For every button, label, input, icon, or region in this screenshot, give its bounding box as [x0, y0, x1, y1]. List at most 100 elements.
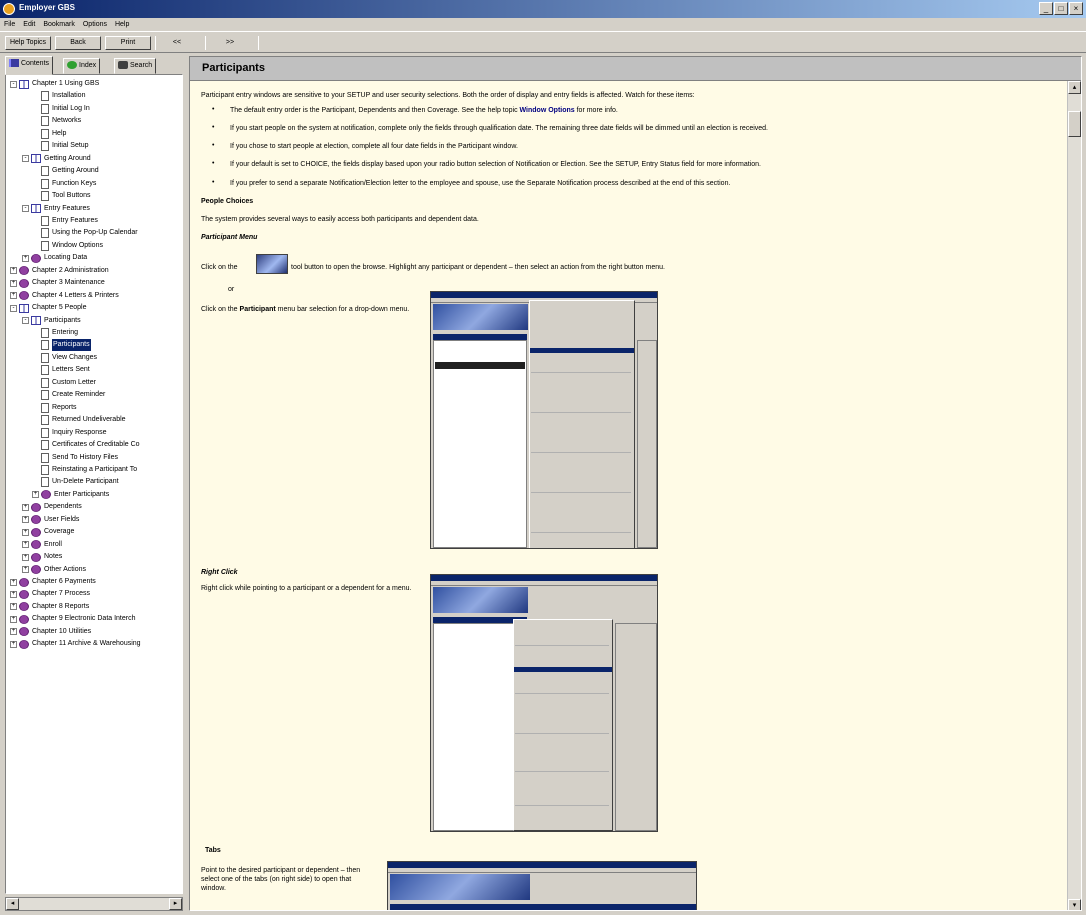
tree-item-label: Notes [44, 553, 63, 561]
tree-item[interactable]: + Chapter 6 Payments [10, 576, 96, 588]
tree-item[interactable]: Initial Setup [32, 140, 89, 152]
menu-help[interactable]: Help [115, 21, 129, 28]
collapse-icon[interactable]: - [22, 317, 29, 325]
tree-item[interactable]: + Chapter 10 Utilities [10, 626, 91, 638]
tree-item[interactable]: Reinstating a Participant To [32, 464, 137, 476]
tree-item[interactable]: + Chapter 3 Maintenance [10, 277, 105, 289]
tree-item[interactable]: - Chapter 1 Using GBS [10, 78, 99, 90]
vertical-scrollbar[interactable]: ▴ ▾ [1067, 81, 1081, 910]
tree-item[interactable]: + Chapter 11 Archive & Warehousing [10, 638, 141, 650]
tree-item[interactable]: Participants [32, 339, 91, 352]
expand-icon[interactable]: + [32, 491, 39, 499]
tree-item[interactable]: Getting Around [32, 165, 99, 177]
tree-item[interactable]: + Chapter 8 Reports [10, 601, 89, 613]
tree-item-label: Entry Features [44, 204, 90, 212]
tab-index[interactable]: Index [63, 58, 101, 74]
tree-item[interactable]: - Getting Around [22, 153, 91, 165]
tree-item[interactable]: Entry Features [32, 215, 98, 227]
tree-item[interactable]: + Enroll [22, 539, 62, 551]
tree-item[interactable]: + User Fields [22, 514, 79, 526]
tree-item[interactable]: + Other Actions [22, 564, 86, 576]
menu-file[interactable]: File [4, 21, 15, 28]
expand-icon[interactable]: + [10, 267, 17, 275]
page-icon [41, 352, 49, 363]
tool-button-text: tool button to open the browse. Highligh… [291, 264, 665, 271]
book-open-icon [31, 316, 41, 326]
purple-icon [41, 490, 51, 500]
tree-item[interactable]: + Chapter 4 Letters & Printers [10, 290, 119, 302]
menu-bookmark[interactable]: Bookmark [43, 21, 75, 28]
tree-item[interactable]: + Coverage [22, 526, 74, 538]
tree-item[interactable]: + Locating Data [22, 252, 87, 264]
expand-icon[interactable]: + [10, 292, 17, 300]
expand-icon[interactable]: + [10, 603, 17, 611]
tree-item[interactable]: Un-Delete Participant [32, 476, 119, 488]
minimize-button[interactable]: _ [1039, 2, 1053, 15]
tab-contents[interactable]: Contents [5, 56, 54, 75]
expand-icon[interactable]: + [22, 503, 29, 511]
tree-item[interactable]: - Participants [22, 315, 81, 327]
collapse-icon[interactable]: - [22, 205, 29, 212]
tree-item[interactable]: + Notes [22, 551, 62, 563]
expand-icon[interactable]: + [22, 553, 29, 561]
expand-icon[interactable]: + [22, 541, 29, 549]
scroll-right-icon[interactable]: ▸ [169, 898, 182, 910]
tab-search[interactable]: Search [114, 58, 157, 74]
tree-item[interactable]: - Chapter 5 People [10, 302, 86, 314]
tree-item[interactable]: Certificates of Creditable Co [32, 439, 140, 451]
expand-icon[interactable]: + [22, 254, 29, 262]
tree-item[interactable]: Help [32, 128, 66, 140]
expand-icon[interactable]: + [10, 590, 17, 598]
collapse-icon[interactable]: - [10, 80, 17, 88]
help-topics-button[interactable]: Help Topics [5, 36, 51, 50]
maximize-button[interactable]: □ [1054, 2, 1068, 15]
browse-next-button[interactable]: >> [215, 36, 245, 50]
close-button[interactable]: × [1069, 2, 1083, 15]
expand-icon[interactable]: + [10, 615, 17, 623]
tree-item[interactable]: + Chapter 2 Administration [10, 265, 109, 277]
tree-item[interactable]: Using the Pop-Up Calendar [32, 227, 138, 239]
expand-icon[interactable]: + [22, 566, 29, 574]
window-options-link[interactable]: Window Options [520, 107, 575, 114]
tree-item[interactable]: Letters Sent [32, 364, 90, 376]
scroll-left-icon[interactable]: ◂ [6, 898, 19, 910]
tree-item[interactable]: + Enter Participants [32, 489, 109, 501]
tree-item[interactable]: Networks [32, 115, 81, 127]
expand-icon[interactable]: + [10, 640, 17, 648]
tree-item[interactable]: Send To History Files [32, 452, 118, 464]
scroll-up-icon[interactable]: ▴ [1068, 81, 1081, 94]
tree-item[interactable]: View Changes [32, 352, 97, 364]
collapse-icon[interactable]: - [10, 304, 17, 312]
expand-icon[interactable]: + [10, 578, 17, 586]
scroll-down-icon[interactable]: ▾ [1068, 899, 1081, 910]
tree-item[interactable]: - Entry Features [22, 203, 90, 215]
tree-item[interactable]: Function Keys [32, 178, 96, 190]
tree-item[interactable]: Window Options [32, 240, 103, 252]
expand-icon[interactable]: + [22, 528, 29, 536]
tree-item[interactable]: + Dependents [22, 501, 82, 513]
tree-item[interactable]: Tool Buttons [32, 190, 91, 202]
scroll-thumb[interactable] [1068, 111, 1081, 137]
tree-item[interactable]: Entering [32, 327, 78, 339]
tree-item[interactable]: Returned Undeliverable [32, 414, 126, 426]
contents-tree[interactable]: - Chapter 1 Using GBS Installation Initial … [5, 74, 183, 894]
expand-icon[interactable]: + [10, 628, 17, 636]
tree-item[interactable]: Installation [32, 90, 85, 102]
tree-item[interactable]: + Chapter 9 Electronic Data Interch [10, 613, 136, 625]
back-button[interactable]: Back [55, 36, 101, 50]
tree-item[interactable]: Reports [32, 402, 77, 414]
expand-icon[interactable]: + [10, 279, 17, 287]
menu-edit[interactable]: Edit [23, 21, 35, 28]
tree-item-label: Initial Log In [52, 104, 90, 112]
print-button[interactable]: Print [105, 36, 151, 50]
tree-item[interactable]: Inquiry Response [32, 427, 106, 439]
collapse-icon[interactable]: - [22, 155, 29, 163]
tree-item[interactable]: Custom Letter [32, 377, 96, 389]
tree-item[interactable]: Initial Log In [32, 103, 90, 115]
horizontal-scrollbar[interactable]: ◂ ▸ [5, 897, 183, 911]
tree-item[interactable]: + Chapter 7 Process [10, 588, 90, 600]
browse-previous-button[interactable]: << [162, 36, 192, 50]
expand-icon[interactable]: + [22, 516, 29, 524]
tree-item[interactable]: Create Reminder [32, 389, 105, 401]
menu-options[interactable]: Options [83, 21, 107, 28]
